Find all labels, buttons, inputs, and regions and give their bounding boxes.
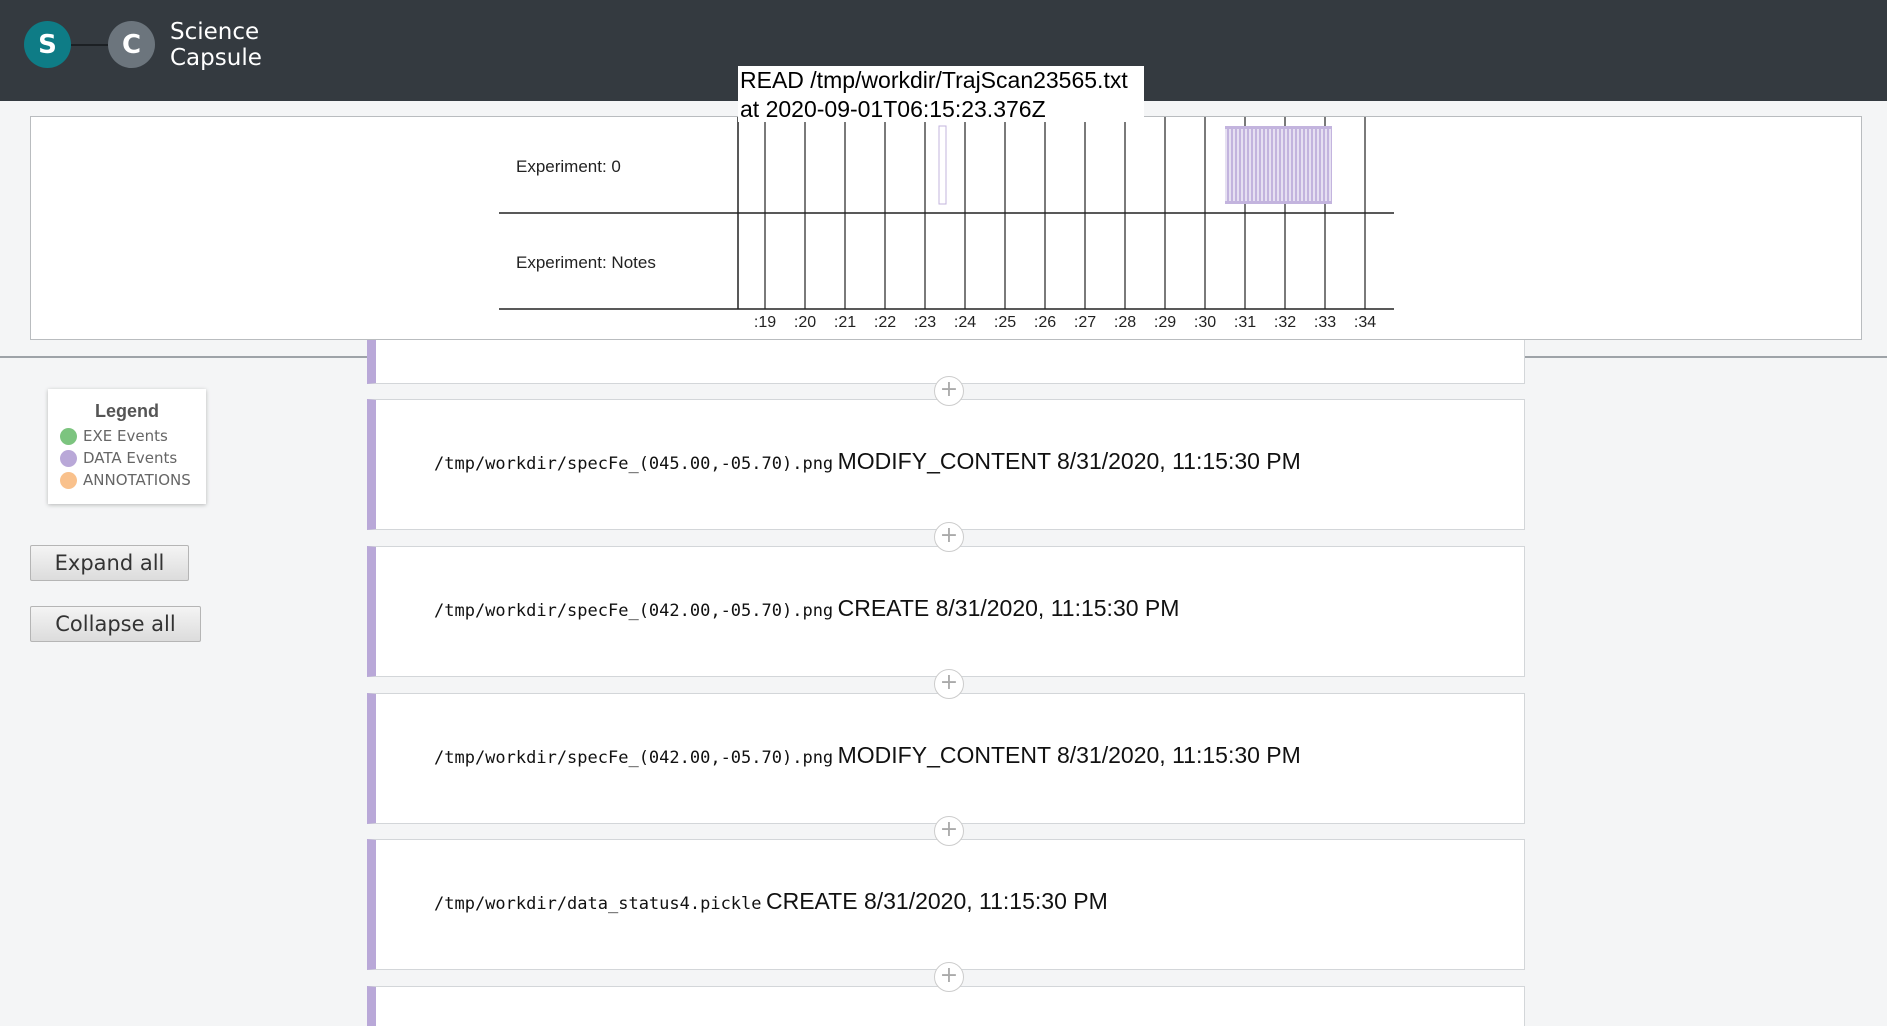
timeline-tick-label: :21 <box>834 314 856 331</box>
insert-annotation-button[interactable]: + <box>934 816 964 846</box>
timeline-tick-label: :26 <box>1034 314 1056 331</box>
event-card-partial-bottom[interactable] <box>367 986 1525 1026</box>
collapse-all-button[interactable]: Collapse all <box>30 606 201 642</box>
legend-title: Legend <box>94 401 159 421</box>
brand-line-1: Science <box>170 19 260 45</box>
timeline-tick-label: :23 <box>914 314 936 331</box>
data-dot-icon <box>60 449 77 467</box>
event-path: /tmp/workdir/specFe_(045.00,-05.70).png <box>434 454 834 474</box>
logo-connector <box>71 44 108 46</box>
timeline-tick-label: :20 <box>794 314 816 331</box>
insert-annotation-button[interactable]: + <box>934 962 964 992</box>
logo-c-circle: C <box>108 21 155 68</box>
event-path: /tmp/workdir/data_status4.pickle <box>434 894 762 914</box>
timeline-tick-label: :19 <box>754 314 776 331</box>
tooltip-line-2: at 2020-09-01T06:15:23.376Z <box>740 96 1046 122</box>
timeline-tick-label: :33 <box>1314 314 1336 331</box>
brand-line-2: Capsule <box>170 45 262 71</box>
event-card-text: /tmp/workdir/specFe_(045.00,-05.70).png … <box>434 448 1301 475</box>
insert-annotation-button[interactable]: + <box>934 522 964 552</box>
timeline-tick-label: :31 <box>1234 314 1256 331</box>
timeline-chart[interactable]: :19 :20 :21 :22 :23 :24 :25 :26 :27 :28 :29 :30 :31:… <box>31 117 1863 341</box>
legend-item-exe: EXE Events <box>60 427 168 445</box>
insert-annotation-button[interactable]: + <box>934 376 964 406</box>
timeline-tick-label: :25 <box>994 314 1016 331</box>
timeline-tick-label: :29 <box>1154 314 1176 331</box>
logo-s-circle: S <box>24 21 71 68</box>
exe-dot-icon <box>60 427 77 445</box>
legend-box: Legend EXE Events DATA Events ANNOTATION… <box>48 389 206 504</box>
timeline-tick-label: :24 <box>954 314 976 331</box>
event-card[interactable]: /tmp/workdir/specFe_(042.00,-05.70).png … <box>367 693 1525 824</box>
event-card-text: /tmp/workdir/data_status4.pickle CREATE … <box>434 888 1108 915</box>
legend-item-annotations: ANNOTATIONS <box>60 471 191 489</box>
timeline-tick-label: :32 <box>1274 314 1296 331</box>
legend-label-annotations: ANNOTATIONS <box>83 471 191 489</box>
expand-all-button[interactable]: Expand all <box>30 545 189 581</box>
event-info: CREATE 8/31/2020, 11:15:30 PM <box>837 595 1180 621</box>
event-card[interactable]: /tmp/workdir/specFe_(045.00,-05.70).png … <box>367 399 1525 530</box>
timeline-tick-label: :22 <box>874 314 896 331</box>
insert-annotation-button[interactable]: + <box>934 669 964 699</box>
event-info: MODIFY_CONTENT 8/31/2020, 11:15:30 PM <box>837 448 1301 474</box>
legend-item-data: DATA Events <box>60 449 177 467</box>
timeline-tick-label: :28 <box>1114 314 1136 331</box>
data-event-mark[interactable] <box>938 125 947 205</box>
event-card-text: /tmp/workdir/specFe_(042.00,-05.70).png … <box>434 595 1179 622</box>
event-info: CREATE 8/31/2020, 11:15:30 PM <box>765 888 1108 914</box>
tooltip-line-1: READ /tmp/workdir/TrajScan23565.txt <box>740 67 1128 93</box>
timeline-tick-label: :34 <box>1354 314 1376 331</box>
event-path: /tmp/workdir/specFe_(042.00,-05.70).png <box>434 601 834 621</box>
timeline-tooltip: READ /tmp/workdir/TrajScan23565.txt at 2… <box>738 66 1144 122</box>
legend-label-exe: EXE Events <box>83 427 168 445</box>
brand-name[interactable]: Science Capsule <box>170 19 262 71</box>
event-card-text: /tmp/workdir/specFe_(042.00,-05.70).png … <box>434 742 1301 769</box>
event-info: MODIFY_CONTENT 8/31/2020, 11:15:30 PM <box>837 742 1301 768</box>
timeline-tick-label: :27 <box>1074 314 1096 331</box>
event-card[interactable]: /tmp/workdir/data_status4.pickle CREATE … <box>367 839 1525 970</box>
legend-label-data: DATA Events <box>83 449 178 467</box>
event-path: /tmp/workdir/specFe_(042.00,-05.70).png <box>434 748 834 768</box>
timeline-tick-label: :30 <box>1194 314 1216 331</box>
annotation-dot-icon <box>60 471 77 489</box>
timeline-panel: Experiment: 0 Experiment: Notes :19:20:2… <box>30 116 1862 340</box>
event-card[interactable]: /tmp/workdir/specFe_(042.00,-05.70).png … <box>367 546 1525 677</box>
